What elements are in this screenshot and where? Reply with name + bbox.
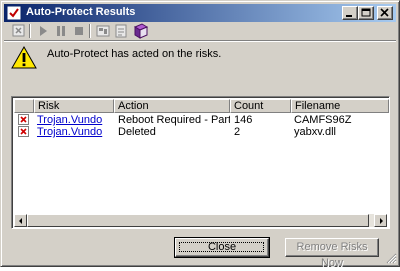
close-icon <box>380 8 389 17</box>
play-icon[interactable] <box>35 23 51 39</box>
maximize-icon <box>361 8 371 17</box>
risk-error-icon <box>18 114 29 125</box>
column-header-risk[interactable]: Risk <box>34 99 114 113</box>
window-title: Auto-Protect Results <box>26 6 136 18</box>
arrow-right-icon <box>380 218 383 224</box>
toolbar-divider <box>4 40 396 42</box>
close-button[interactable]: Close <box>174 237 270 258</box>
pause-icon[interactable] <box>53 23 69 39</box>
toolbar-separator <box>89 24 91 38</box>
table-row[interactable]: Trojan.Vundo Deleted 2 yabxv.dll <box>14 126 389 138</box>
warning-icon <box>11 45 37 69</box>
remove-button-label: Remove Risks Now <box>296 241 368 269</box>
close-window-button[interactable] <box>377 6 393 20</box>
risk-link[interactable]: Trojan.Vundo <box>37 114 113 126</box>
toolbar-separator <box>29 24 31 38</box>
stop-icon[interactable] <box>71 23 87 39</box>
table-row[interactable]: Trojan.Vundo Reboot Required - Partial 1… <box>14 114 389 126</box>
column-header-action[interactable]: Action <box>114 99 230 113</box>
action-cell: Deleted <box>118 126 156 138</box>
minimize-icon <box>346 15 352 17</box>
filename-cell: yabxv.dll <box>294 126 336 138</box>
scroll-thumb[interactable] <box>27 214 369 227</box>
maximize-button[interactable] <box>358 6 374 20</box>
column-header-count[interactable]: Count <box>230 99 291 113</box>
scroll-right-button[interactable] <box>374 214 387 227</box>
app-icon <box>6 5 22 21</box>
count-cell: 146 <box>234 114 253 126</box>
title-bar[interactable]: Auto-Protect Results <box>4 4 396 22</box>
scroll-left-button[interactable] <box>14 214 27 227</box>
remove-icon[interactable] <box>11 23 27 39</box>
risks-table[interactable]: Risk Action Count Filename Trojan.Vundo … <box>11 96 390 229</box>
export-icon[interactable] <box>113 23 129 39</box>
table-header: Risk Action Count Filename <box>14 99 389 113</box>
auto-protect-results-window: Auto-Protect Results Auto-Protect has ac… <box>0 0 400 269</box>
count-cell: 2 <box>234 126 241 138</box>
risk-error-icon <box>18 126 29 137</box>
column-header-icon[interactable] <box>14 99 34 113</box>
risk-link[interactable]: Trojan.Vundo <box>37 126 113 138</box>
resize-grip-icon[interactable] <box>385 252 397 264</box>
toolbar <box>7 23 393 39</box>
status-message: Auto-Protect has acted on the risks. <box>47 48 222 60</box>
focus-ring <box>179 242 264 252</box>
properties-icon[interactable] <box>95 23 111 39</box>
action-cell: Reboot Required - Partial <box>118 114 230 126</box>
filename-cell: CAMFS96Z <box>294 114 352 126</box>
minimize-button[interactable] <box>342 6 358 20</box>
horizontal-scrollbar[interactable] <box>14 214 387 227</box>
remove-risks-now-button[interactable]: Remove Risks Now <box>285 238 379 269</box>
help-book-icon[interactable] <box>133 23 149 39</box>
column-header-filename[interactable]: Filename <box>291 99 389 113</box>
arrow-left-icon <box>19 218 22 224</box>
